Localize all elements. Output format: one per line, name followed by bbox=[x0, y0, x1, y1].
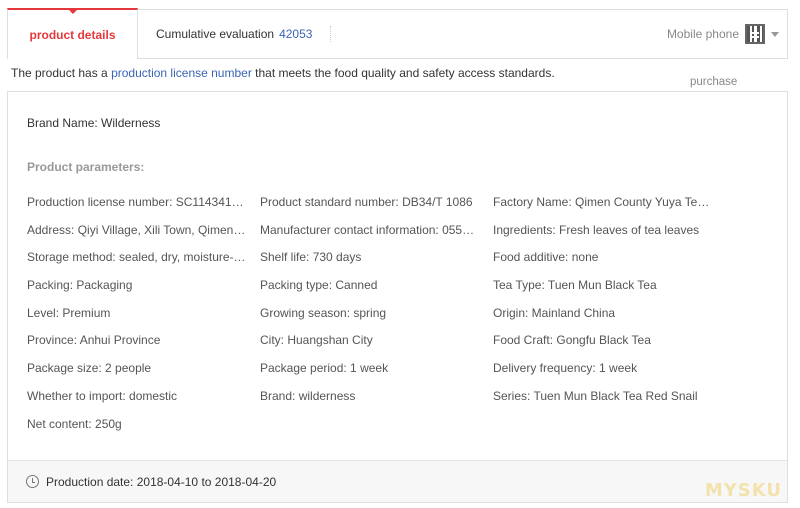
param-item: Origin: Mainland China bbox=[493, 305, 616, 320]
param-item: Delivery frequency: 1 week bbox=[493, 361, 638, 376]
param-item: Series: Tuen Mun Black Tea Red Snail bbox=[493, 388, 698, 403]
brand-name: Brand Name: Wilderness bbox=[27, 116, 161, 130]
tab-divider bbox=[330, 26, 331, 42]
param-item: Storage method: sealed, dry, moisture-… bbox=[27, 250, 246, 265]
params-grid: Production license number: SC1143410… Pro… bbox=[27, 195, 772, 444]
param-item: Packing: Packaging bbox=[27, 278, 133, 293]
param-item: Product standard number: DB34/T 1086 bbox=[260, 195, 473, 209]
chevron-down-icon bbox=[771, 31, 779, 37]
license-prefix: The product has a bbox=[11, 66, 112, 80]
license-suffix: that meets the food quality and safety a… bbox=[251, 66, 555, 80]
param-item: Manufacturer contact information: 055… bbox=[260, 222, 475, 237]
mobile-phone-dropdown[interactable]: Mobile phone bbox=[667, 10, 779, 58]
param-item: Level: Premium bbox=[27, 305, 111, 320]
clock-icon bbox=[26, 475, 39, 488]
mobile-phone-label: Mobile phone bbox=[666, 27, 739, 41]
param-item: Address: Qiyi Village, Xili Town, Qimen … bbox=[27, 222, 249, 237]
tab-evaluation-label: Cumulative evaluation bbox=[156, 27, 275, 41]
production-date-bar: Production date: 2018-04-10 to 2018-04-2… bbox=[8, 460, 787, 502]
tab-product-details[interactable]: product details bbox=[7, 8, 138, 59]
qr-code-icon bbox=[745, 24, 765, 44]
purchase-label[interactable]: purchase bbox=[690, 76, 737, 88]
param-item: Food additive: none bbox=[493, 250, 599, 265]
production-date: Production date: 2018-04-10 to 2018-04-2… bbox=[46, 474, 277, 489]
param-item: Whether to import: domestic bbox=[27, 388, 178, 403]
param-item: Shelf life: 730 days bbox=[260, 250, 362, 265]
evaluation-count: 42053 bbox=[279, 27, 313, 41]
param-item: Brand: wilderness bbox=[260, 388, 356, 403]
params-title: Product parameters: bbox=[27, 160, 145, 174]
watermark-logo: MYSKU bbox=[704, 480, 782, 501]
tab-product-details-label: product details bbox=[29, 27, 116, 42]
param-item: Province: Anhui Province bbox=[27, 333, 161, 348]
tab-cumulative-evaluation[interactable]: Cumulative evaluation 42053 bbox=[156, 10, 312, 58]
param-item: Ingredients: Fresh leaves of tea leaves bbox=[493, 222, 700, 237]
param-item: Food Craft: Gongfu Black Tea bbox=[493, 333, 651, 348]
param-item: Net content: 250g bbox=[27, 416, 122, 431]
product-details-panel: Brand Name: Wilderness Product parameter… bbox=[7, 91, 788, 503]
param-item: Tea Type: Tuen Mun Black Tea bbox=[493, 278, 657, 293]
param-item: Package period: 1 week bbox=[260, 361, 389, 376]
license-notice: The product has a production license num… bbox=[11, 66, 555, 80]
active-tab-caret-icon bbox=[68, 9, 78, 14]
license-link[interactable]: production license number bbox=[111, 66, 252, 80]
param-item: Package size: 2 people bbox=[27, 361, 152, 376]
param-item: Packing type: Canned bbox=[260, 278, 378, 293]
param-item: Factory Name: Qimen County Yuya Tea… bbox=[493, 195, 716, 209]
tab-bar: product details Cumulative evaluation 42… bbox=[7, 8, 788, 59]
param-item: Production license number: SC1143410… bbox=[27, 195, 251, 209]
param-item: City: Huangshan City bbox=[260, 333, 373, 348]
param-item: Growing season: spring bbox=[260, 305, 387, 320]
